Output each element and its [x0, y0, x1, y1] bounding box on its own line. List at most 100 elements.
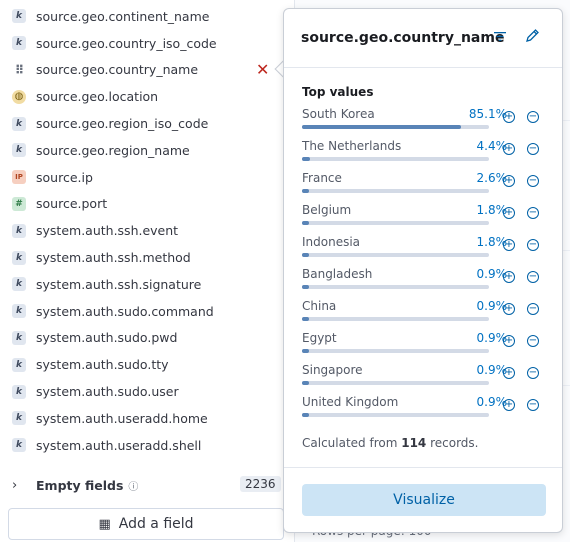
- top-value-row: France 2.6% + −: [302, 171, 554, 203]
- filter-for-value-icon[interactable]: +: [503, 175, 515, 187]
- field-type-k-icon: k: [12, 384, 26, 399]
- top-value-name: South Korea: [302, 107, 375, 121]
- field-item[interactable]: # source.port: [0, 191, 290, 218]
- field-type-k-icon: k: [12, 438, 26, 453]
- top-value-bar-fill: [302, 125, 462, 129]
- top-value-bar-fill: [302, 221, 310, 225]
- filter-for-value-icon[interactable]: +: [503, 367, 515, 379]
- top-value-name: The Netherlands: [302, 139, 402, 153]
- top-value-name: Bangladesh: [302, 267, 373, 281]
- top-value-name: Belgium: [302, 203, 352, 217]
- top-value-bar: [302, 189, 489, 193]
- field-type-k-icon: k: [12, 116, 26, 131]
- top-value-row: China 0.9% + −: [302, 299, 554, 331]
- top-value-bar: [302, 125, 489, 129]
- top-value-bar: [302, 349, 489, 353]
- field-name: source.geo.region_name: [36, 142, 190, 158]
- filter-out-value-icon[interactable]: −: [527, 239, 539, 251]
- add-field-label: Add a field: [118, 516, 194, 532]
- field-item[interactable]: k system.auth.sudo.user: [0, 378, 290, 405]
- add-field-button[interactable]: ▦ Add a field: [8, 508, 284, 540]
- info-icon[interactable]: ⓘ: [128, 478, 138, 493]
- top-value-row: United Kingdom 0.9% + −: [302, 395, 554, 427]
- field-name: system.auth.ssh.signature: [36, 276, 202, 292]
- field-name: system.auth.sudo.tty: [36, 357, 169, 373]
- popover-footer: [284, 467, 562, 468]
- records-count: 114: [401, 436, 427, 450]
- field-item[interactable]: k system.auth.sudo.pwd: [0, 325, 290, 352]
- field-type-k-icon: k: [12, 9, 26, 24]
- calculated-from-text: Calculated from 114 records.: [302, 436, 479, 450]
- top-value-bar: [302, 285, 489, 289]
- field-name: source.ip: [36, 169, 93, 185]
- filter-out-value-icon[interactable]: −: [527, 271, 539, 283]
- field-name: system.auth.sudo.user: [36, 384, 179, 400]
- field-type-k-icon: k: [12, 411, 26, 426]
- field-item[interactable]: k source.geo.region_name: [0, 137, 290, 164]
- filter-out-value-icon[interactable]: −: [527, 207, 539, 219]
- filter-out-value-icon[interactable]: −: [527, 175, 539, 187]
- field-type-k-icon: k: [12, 223, 26, 238]
- field-item[interactable]: k system.auth.useradd.shell: [0, 432, 290, 459]
- empty-fields-count: 2236: [240, 476, 281, 492]
- top-value-row: The Netherlands 4.4% + −: [302, 139, 554, 171]
- field-item[interactable]: k source.geo.continent_name: [0, 3, 290, 30]
- field-type-num-icon: #: [12, 196, 26, 211]
- field-item[interactable]: IP source.ip: [0, 164, 290, 191]
- top-value-bar: [302, 381, 489, 385]
- top-value-percent: 85.1%: [468, 107, 507, 121]
- field-item[interactable]: k system.auth.useradd.home: [0, 405, 290, 432]
- top-value-bar: [302, 221, 489, 225]
- filter-for-value-icon[interactable]: +: [503, 399, 515, 411]
- field-item[interactable]: ◍ source.geo.location: [0, 83, 290, 110]
- visualize-label: Visualize: [393, 492, 455, 508]
- filter-for-value-icon[interactable]: +: [503, 143, 515, 155]
- filter-out-value-icon[interactable]: −: [527, 335, 539, 347]
- filter-for-value-icon[interactable]: +: [503, 335, 515, 347]
- field-name: source.geo.country_name: [36, 62, 199, 78]
- field-name: source.geo.country_iso_code: [36, 35, 217, 51]
- filter-for-value-icon[interactable]: +: [503, 239, 515, 251]
- field-item[interactable]: k system.auth.ssh.signature: [0, 271, 290, 298]
- filter-for-value-icon[interactable]: +: [503, 111, 515, 123]
- field-item[interactable]: k system.auth.sudo.tty: [0, 351, 290, 378]
- chevron-right-icon[interactable]: ›: [12, 478, 22, 493]
- field-type-geo-icon: ◍: [12, 89, 26, 104]
- top-value-name: China: [302, 299, 337, 313]
- top-value-name: Singapore: [302, 363, 363, 377]
- filter-out-value-icon[interactable]: −: [527, 143, 539, 155]
- top-value-bar: [302, 157, 489, 161]
- top-values-heading: Top values: [302, 85, 374, 99]
- filter-out-value-icon[interactable]: −: [527, 303, 539, 315]
- filter-out-value-icon[interactable]: −: [527, 367, 539, 379]
- field-name: system.auth.useradd.shell: [36, 437, 202, 453]
- filter-out-value-icon[interactable]: −: [527, 111, 539, 123]
- field-name: system.auth.sudo.command: [36, 303, 214, 319]
- field-type-k-icon: k: [12, 357, 26, 372]
- field-item[interactable]: k system.auth.ssh.event: [0, 217, 290, 244]
- top-value-bar-fill: [302, 317, 310, 321]
- field-item[interactable]: k system.auth.sudo.command: [0, 298, 290, 325]
- field-type-k-icon: k: [12, 304, 26, 319]
- filter-for-value-icon[interactable]: +: [503, 271, 515, 283]
- empty-fields-section[interactable]: › Empty fields ⓘ 2236: [0, 472, 282, 498]
- top-value-bar-fill: [302, 253, 310, 257]
- top-value-name: Egypt: [302, 331, 337, 345]
- pencil-icon[interactable]: [525, 28, 540, 47]
- filter-for-value-icon[interactable]: +: [503, 207, 515, 219]
- field-name: system.auth.ssh.event: [36, 223, 179, 239]
- filter-out-value-icon[interactable]: −: [527, 399, 539, 411]
- field-details-popover: source.geo.country_name Top values South…: [283, 8, 563, 533]
- empty-fields-label: Empty fields: [36, 477, 124, 493]
- top-value-bar-fill: [302, 413, 310, 417]
- field-item[interactable]: k source.geo.region_iso_code: [0, 110, 290, 137]
- field-item[interactable]: k source.geo.country_iso_code: [0, 30, 290, 57]
- drag-handle-icon[interactable]: ⠿: [12, 63, 26, 77]
- visualize-button[interactable]: Visualize: [302, 484, 546, 516]
- field-item[interactable]: k system.auth.ssh.method: [0, 244, 290, 271]
- remove-field-icon[interactable]: ✕: [256, 61, 269, 78]
- filter-for-value-icon[interactable]: +: [503, 303, 515, 315]
- filter-icon[interactable]: [494, 31, 507, 46]
- field-item[interactable]: ⠿ source.geo.country_name ✕: [0, 57, 290, 84]
- field-list: k source.geo.continent_name k source.geo.co…: [0, 3, 290, 459]
